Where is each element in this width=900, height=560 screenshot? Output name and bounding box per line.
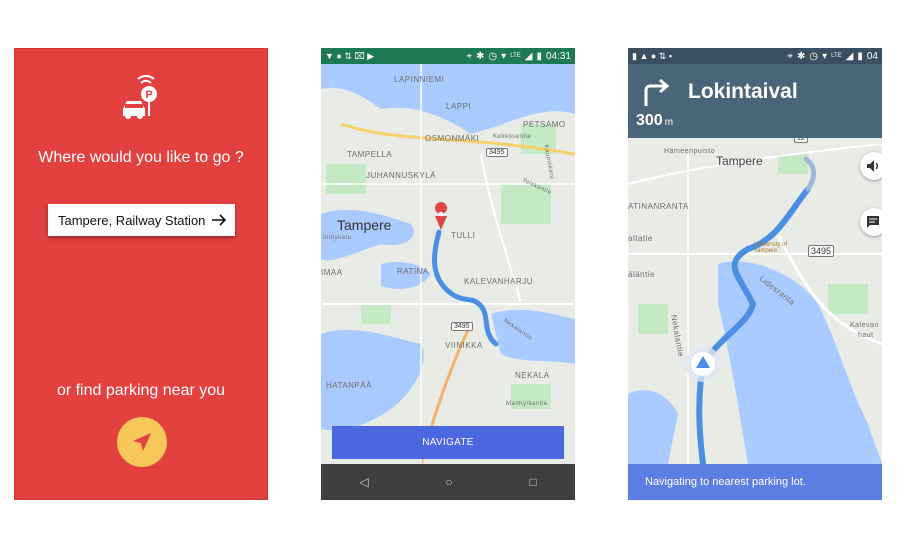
find-parking-text: or find parking near you [56, 382, 226, 399]
distance-to-turn: 300 m [636, 112, 673, 130]
network-label: LTE [831, 53, 842, 59]
navigate-button[interactable]: NAVIGATE [332, 426, 564, 459]
map-label: TULLI [451, 231, 476, 240]
signal-icon: ◢ [845, 50, 854, 62]
map-label: PETSAMO [523, 120, 566, 129]
destination-label: Tampere, Railway Station [58, 212, 206, 228]
map-label: HATANPÄÄ [326, 381, 372, 390]
screen-route-overview: ▼ ● ⇅ ⌧ ▶ ⌖ ✱ ◷ ▾ LTE ◢ ▮ 04:31 LAPINNIE… [321, 48, 575, 500]
distance-value: 300 [636, 112, 663, 129]
map-label: Manhyläantie [506, 401, 548, 407]
status-icons: ⌖ ✱ ◷ ▾ LTE ◢ ▮ 04 [787, 51, 878, 62]
alarm-icon: ◷ [809, 50, 819, 62]
speaker-icon [867, 160, 878, 172]
road-shield: 3495 [451, 322, 473, 331]
message-icon [867, 216, 879, 228]
route-map[interactable]: LAPINNIEMI LAPPI PETSAMO OSMONMÄKI Kekko… [321, 64, 575, 464]
report-button[interactable] [860, 208, 882, 236]
status-icons: ⌖ ✱ ◷ ▾ LTE ◢ ▮ 04:31 [466, 51, 571, 62]
distance-unit: m [664, 117, 674, 128]
recents-icon[interactable]: □ [529, 475, 536, 489]
map-label: Hämeenpuisto [664, 148, 716, 155]
street-name: Lokintaival [688, 80, 798, 103]
map-label: TAMPELLA [347, 150, 393, 159]
map-label: RATINA [397, 267, 429, 276]
network-label: LTE [510, 53, 521, 59]
map-label: Kalevan [850, 322, 879, 329]
map-label: LAPINNIEMI [394, 75, 445, 84]
status-bar: ▼ ● ⇅ ⌧ ▶ ⌖ ✱ ◷ ▾ LTE ◢ ▮ 04:31 [321, 48, 575, 64]
road-shield: 3495 [808, 245, 835, 257]
signal-icon: ◢ [524, 50, 533, 62]
location-icon: ⌖ [466, 50, 473, 62]
notification-icons: ▮ ▲ ● ⇅ ▪ [632, 50, 673, 61]
status-bar: ▮ ▲ ● ⇅ ▪ ⌖ ✱ ◷ ▾ LTE ◢ ▮ 04 [628, 48, 882, 64]
android-nav-bar: ◁ ○ □ [321, 464, 575, 500]
car-parking-signal-icon: P [123, 75, 157, 119]
navigation-status-text: Navigating to nearest parking lot. [645, 476, 806, 488]
svg-text:P: P [145, 89, 152, 101]
map-label: Iiliitykatu [323, 235, 352, 241]
map-label-university: University of Tampere [754, 242, 788, 254]
map-label: ATINANRANTA [628, 202, 689, 211]
find-parking-button[interactable] [117, 417, 167, 467]
sound-button[interactable] [860, 152, 882, 180]
location-icon: ⌖ [787, 50, 793, 62]
clock: 04:31 [545, 50, 571, 62]
battery-icon: ▮ [536, 50, 542, 62]
destination-question: Where would you like to go ? [38, 149, 244, 166]
map-label-city: Tampere [337, 217, 392, 233]
map-label: äläntie [628, 270, 656, 279]
navigation-arrow-icon [133, 433, 151, 451]
map-label: JUHANNUSKYLÄ [366, 171, 437, 180]
map-label-city: Tampere [716, 154, 763, 168]
map-label: altatie [628, 234, 653, 243]
alarm-icon: ◷ [488, 50, 498, 62]
navigation-status-bar: Navigating to nearest parking lot. [628, 464, 882, 500]
map-label: haut [858, 332, 874, 339]
map-label: LAPPI [446, 102, 472, 111]
wifi-icon: ▾ [822, 50, 828, 62]
notification-icons: ▼ ● ⇅ ⌧ ▶ [325, 50, 375, 61]
screen-destination-entry: P Where would you like to go ? Tampere, … [14, 48, 268, 500]
map-label: KALEVANHARJU [464, 277, 533, 286]
screen-turn-by-turn: ▮ ▲ ● ⇅ ▪ ⌖ ✱ ◷ ▾ LTE ◢ ▮ 04 Hämeenpuist… [628, 48, 882, 500]
bluetooth-icon: ✱ [796, 50, 806, 62]
back-icon[interactable]: ◁ [359, 475, 368, 489]
arrow-right-icon[interactable] [211, 214, 227, 226]
road-shield: 3495 [486, 148, 508, 157]
map-label: OSMONMÄKI [425, 134, 480, 143]
clock: 04 [866, 50, 878, 62]
map-label: NEKALA [515, 371, 550, 380]
wifi-icon: ▾ [501, 50, 507, 62]
map-label: VIINIKKA [445, 341, 483, 350]
map-label: Kekkosentie [493, 134, 532, 140]
destination-field[interactable]: Tampere, Railway Station [48, 204, 235, 236]
map-label: IMAA [321, 268, 343, 277]
bluetooth-icon: ✱ [476, 50, 485, 62]
home-icon[interactable]: ○ [445, 475, 452, 489]
turn-right-icon [644, 78, 670, 106]
battery-icon: ▮ [857, 50, 863, 62]
turn-instruction-header: Lokintaival 300 m [628, 64, 882, 138]
